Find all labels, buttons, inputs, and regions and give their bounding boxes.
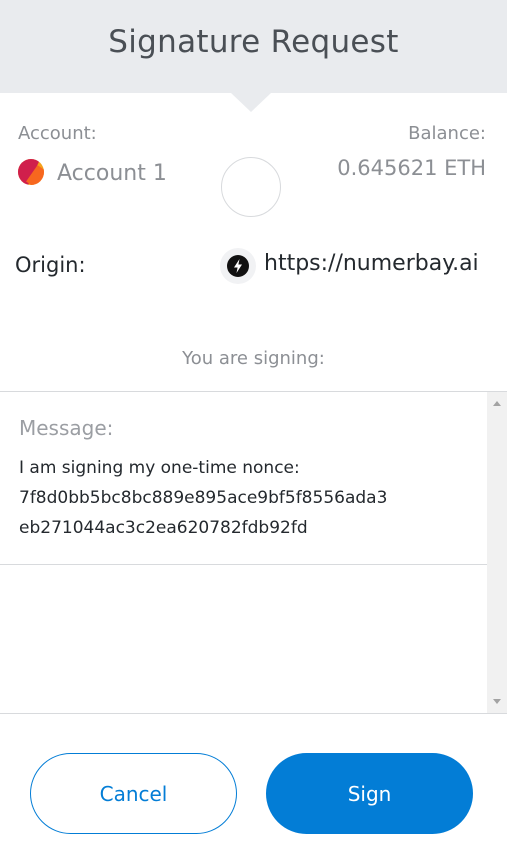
lightning-bolt-icon bbox=[220, 248, 256, 284]
message-line: eb271044ac3c2ea620782fdb92fd bbox=[19, 518, 308, 538]
header-bar: Signature Request bbox=[0, 0, 507, 93]
signing-label: You are signing: bbox=[182, 348, 325, 369]
balance-value: 0.645621 ETH bbox=[337, 156, 486, 180]
message-content: Message: I am signing my one-time nonce:… bbox=[0, 392, 487, 565]
identicon-placeholder bbox=[221, 157, 281, 217]
cancel-button[interactable]: Cancel bbox=[30, 753, 237, 834]
message-label: Message: bbox=[19, 416, 114, 440]
sign-button[interactable]: Sign bbox=[266, 753, 473, 834]
signature-request-window: Signature Request Account: Balance: Acco… bbox=[0, 0, 507, 862]
account-label: Account: bbox=[18, 123, 97, 144]
account-avatar-icon bbox=[18, 159, 44, 185]
header-caret bbox=[231, 93, 271, 112]
scroll-up-arrow-icon[interactable] bbox=[493, 401, 501, 406]
origin-label: Origin: bbox=[15, 253, 86, 277]
message-scrollbar[interactable] bbox=[487, 392, 507, 713]
origin-url: https://numerbay.ai bbox=[264, 251, 479, 276]
message-line: I am signing my one-time nonce: bbox=[19, 458, 300, 478]
message-line: 7f8d0bb5bc8bc889e895ace9bf5f8556ada3 bbox=[19, 488, 388, 508]
scroll-down-arrow-icon[interactable] bbox=[493, 699, 501, 704]
balance-label: Balance: bbox=[408, 123, 486, 144]
message-box[interactable]: Message: I am signing my one-time nonce:… bbox=[0, 391, 507, 714]
account-name: Account 1 bbox=[57, 161, 167, 186]
page-title: Signature Request bbox=[108, 24, 399, 60]
